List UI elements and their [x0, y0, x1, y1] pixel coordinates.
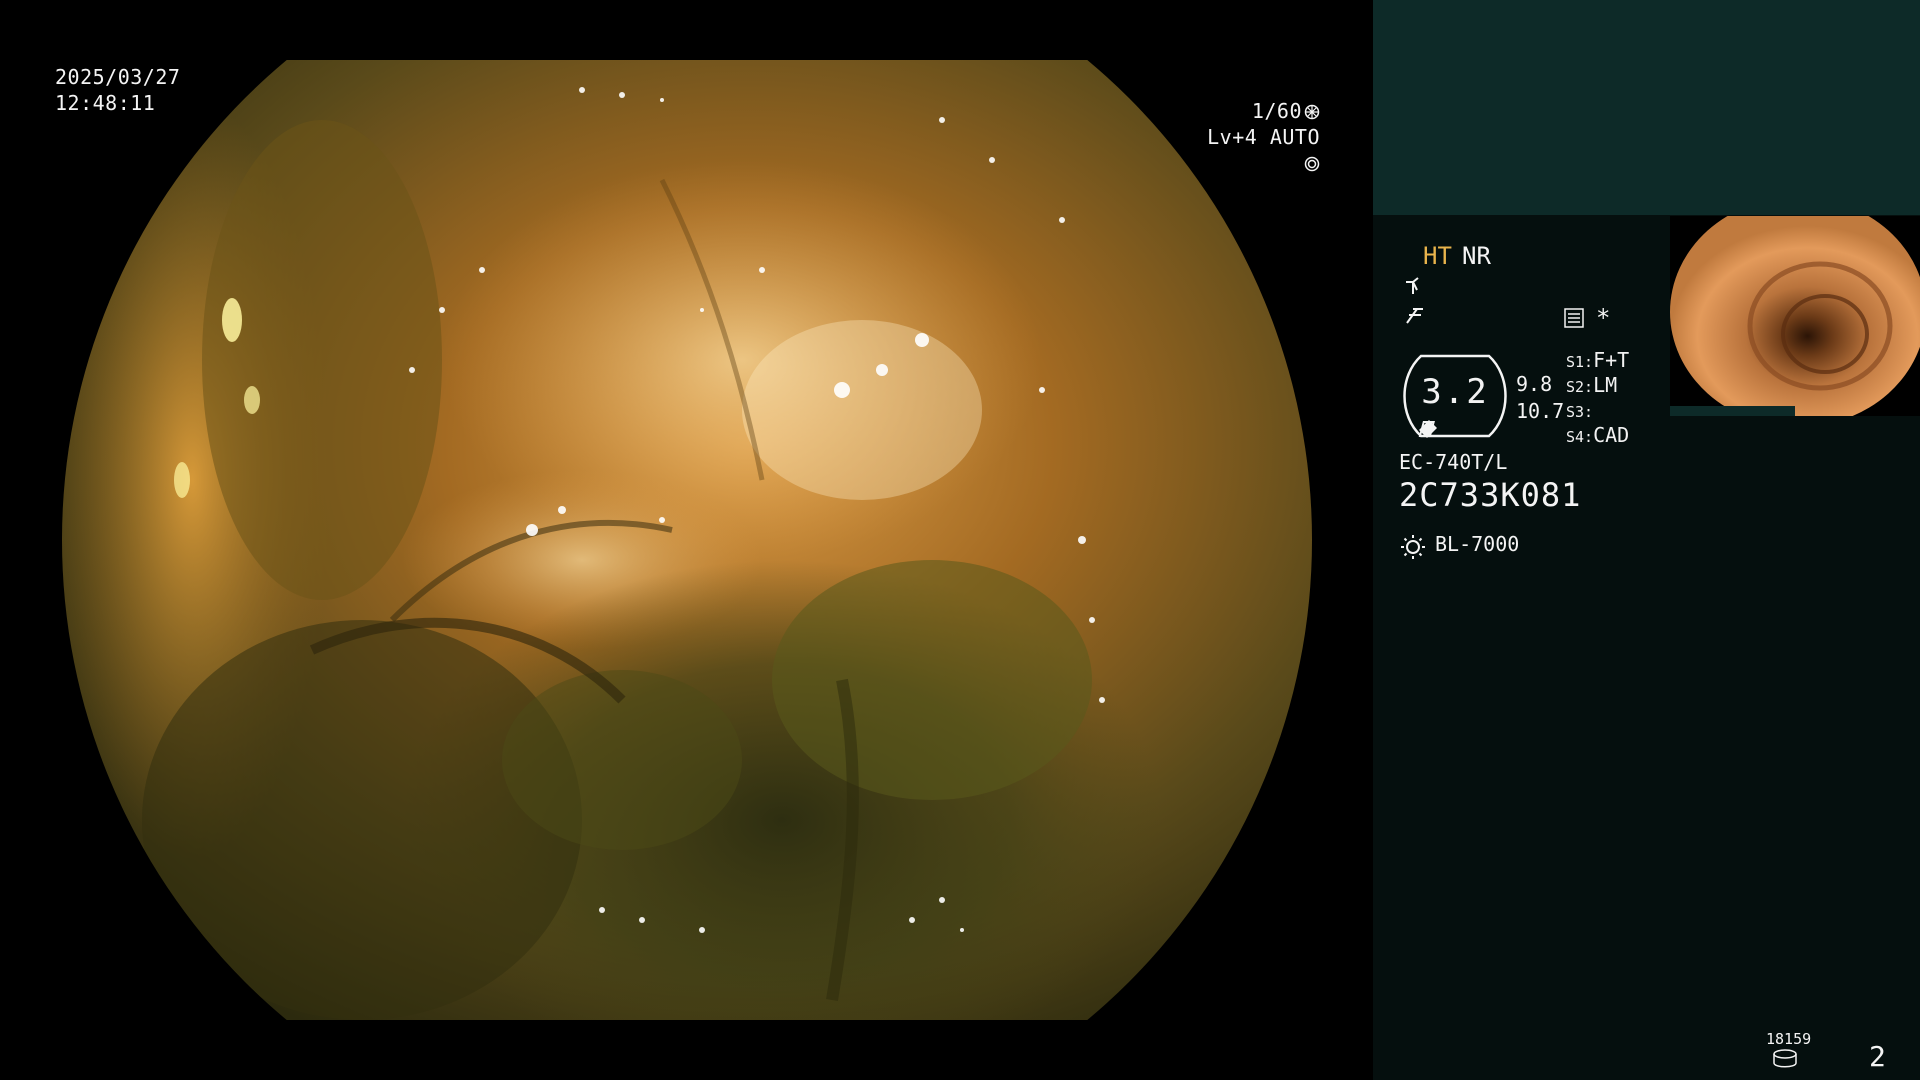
page-number: 2	[1869, 1040, 1886, 1073]
time-text: 12:48:11	[55, 91, 156, 115]
slot-value: F+T	[1593, 348, 1630, 372]
light-source: BL-7000	[1399, 532, 1520, 559]
zoom-gauge: 3.2	[1399, 350, 1511, 442]
slot-key: S3:	[1566, 403, 1594, 421]
gauge-side-value-1: 9.8	[1516, 372, 1553, 396]
storage-disk-icon	[1773, 1049, 1797, 1068]
gauge-value: 3.2	[1421, 372, 1489, 412]
slot-key: S4:	[1566, 428, 1594, 446]
scope-model: EC-740T/L	[1399, 450, 1508, 474]
mode-ht: HT	[1423, 242, 1452, 270]
endoscope-view	[62, 60, 1312, 1020]
level-text: Lv+4 AUTO	[1207, 125, 1320, 149]
exposure-overlay: 1/60 Lv+4 AUTO	[1195, 98, 1320, 176]
slot-value: CAD	[1593, 423, 1630, 447]
slot-key: S1:	[1566, 353, 1594, 371]
slot-1: S1:F+T	[1566, 348, 1629, 372]
slot-2: S2:LM	[1566, 373, 1617, 397]
capture-counter: 18159	[1766, 1030, 1812, 1048]
light-source-icon	[1401, 535, 1425, 559]
light-source-text: BL-7000	[1435, 532, 1520, 556]
slot-key: S2:	[1566, 378, 1594, 396]
gauge-side-value-2: 10.7	[1516, 399, 1565, 423]
enhance-curve-icon	[1406, 277, 1419, 294]
iris-icon	[1304, 156, 1320, 172]
scope-serial: 2C733K081	[1399, 476, 1582, 514]
settings-list-icon	[1564, 308, 1584, 328]
mode-nr: NR	[1462, 242, 1491, 270]
star-mark: *	[1596, 304, 1611, 332]
structure-icon	[1406, 308, 1423, 324]
info-panel: HT NR * 3.2 9.8 10.7 S1:F+T S2:LM S3: S4…	[1373, 0, 1920, 1080]
datetime-overlay: 2025/03/27 12:48:11	[55, 64, 180, 116]
panel-header-area	[1373, 0, 1920, 215]
slot-4: S4:CAD	[1566, 423, 1629, 447]
reference-thumbnail	[1670, 216, 1920, 416]
slot-value: LM	[1593, 373, 1618, 397]
slot-3: S3:	[1566, 398, 1593, 422]
endoscope-image	[62, 60, 1312, 1020]
shutter-text: 1/60	[1251, 99, 1302, 123]
aperture-icon	[1304, 104, 1320, 120]
date-text: 2025/03/27	[55, 65, 181, 89]
thumbnail-image	[1670, 216, 1920, 416]
thumbnail-bar	[1670, 406, 1795, 416]
